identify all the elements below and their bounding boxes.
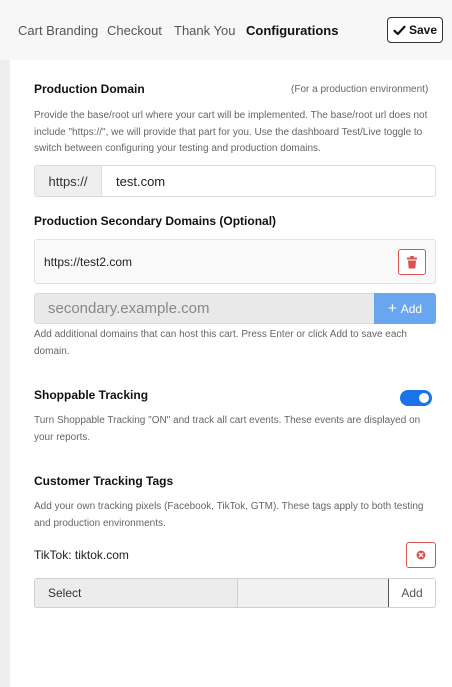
- left-edge-strip: [0, 0, 10, 687]
- shoppable-tracking-description: Turn Shoppable Tracking "ON" and track a…: [34, 415, 421, 443]
- secondary-domain-url: https://test2.com: [44, 255, 133, 269]
- add-domain-button[interactable]: + Add: [374, 293, 436, 324]
- check-icon: [393, 25, 406, 35]
- secondary-domains-title: Production Secondary Domains (Optional): [34, 214, 277, 228]
- tracking-tag-label: TikTok: tiktok.com: [34, 548, 129, 562]
- tab-cart-branding[interactable]: Cart Branding: [18, 23, 98, 38]
- shoppable-tracking-toggle[interactable]: [400, 390, 432, 406]
- url-prefix: https://: [35, 166, 102, 196]
- add-tag-button[interactable]: Add: [388, 579, 435, 607]
- production-domain-field[interactable]: test.com: [102, 166, 435, 196]
- delete-domain-button[interactable]: [398, 249, 426, 275]
- production-domain-description: Provide the base/root url where your car…: [34, 110, 428, 154]
- save-label: Save: [408, 23, 438, 37]
- customer-tags-description: Add your own tracking pixels (Facebook, …: [34, 501, 424, 529]
- secondary-domain-input[interactable]: secondary.example.com: [34, 293, 374, 324]
- tab-thank-you[interactable]: Thank You: [174, 23, 235, 38]
- production-domain-input-group: https:// test.com: [34, 165, 436, 197]
- toggle-knob: [419, 393, 429, 403]
- tag-type-select[interactable]: Select: [35, 579, 238, 607]
- plus-icon: +: [387, 300, 397, 317]
- shoppable-tracking-title: Shoppable Tracking: [34, 388, 149, 402]
- tab-bar: Cart Branding Checkout Thank You Configu…: [0, 0, 452, 60]
- add-domain-label: Add: [400, 301, 423, 316]
- tab-checkout[interactable]: Checkout: [107, 23, 162, 38]
- delete-tag-button[interactable]: [406, 542, 436, 568]
- secondary-domains-description: Add additional domains that can host thi…: [34, 329, 407, 357]
- save-button[interactable]: Save: [387, 17, 443, 43]
- close-circle-icon: [416, 550, 426, 560]
- secondary-domain-row: https://test2.com: [34, 239, 436, 284]
- production-domain-hint: (For a production environment): [291, 84, 429, 95]
- customer-tags-title: Customer Tracking Tags: [34, 474, 174, 488]
- trash-icon: [407, 255, 417, 268]
- tag-input-row: Select Add: [34, 578, 436, 608]
- tag-value-input[interactable]: [238, 579, 388, 607]
- production-domain-title: Production Domain: [34, 82, 145, 96]
- tab-configurations[interactable]: Configurations: [246, 23, 338, 38]
